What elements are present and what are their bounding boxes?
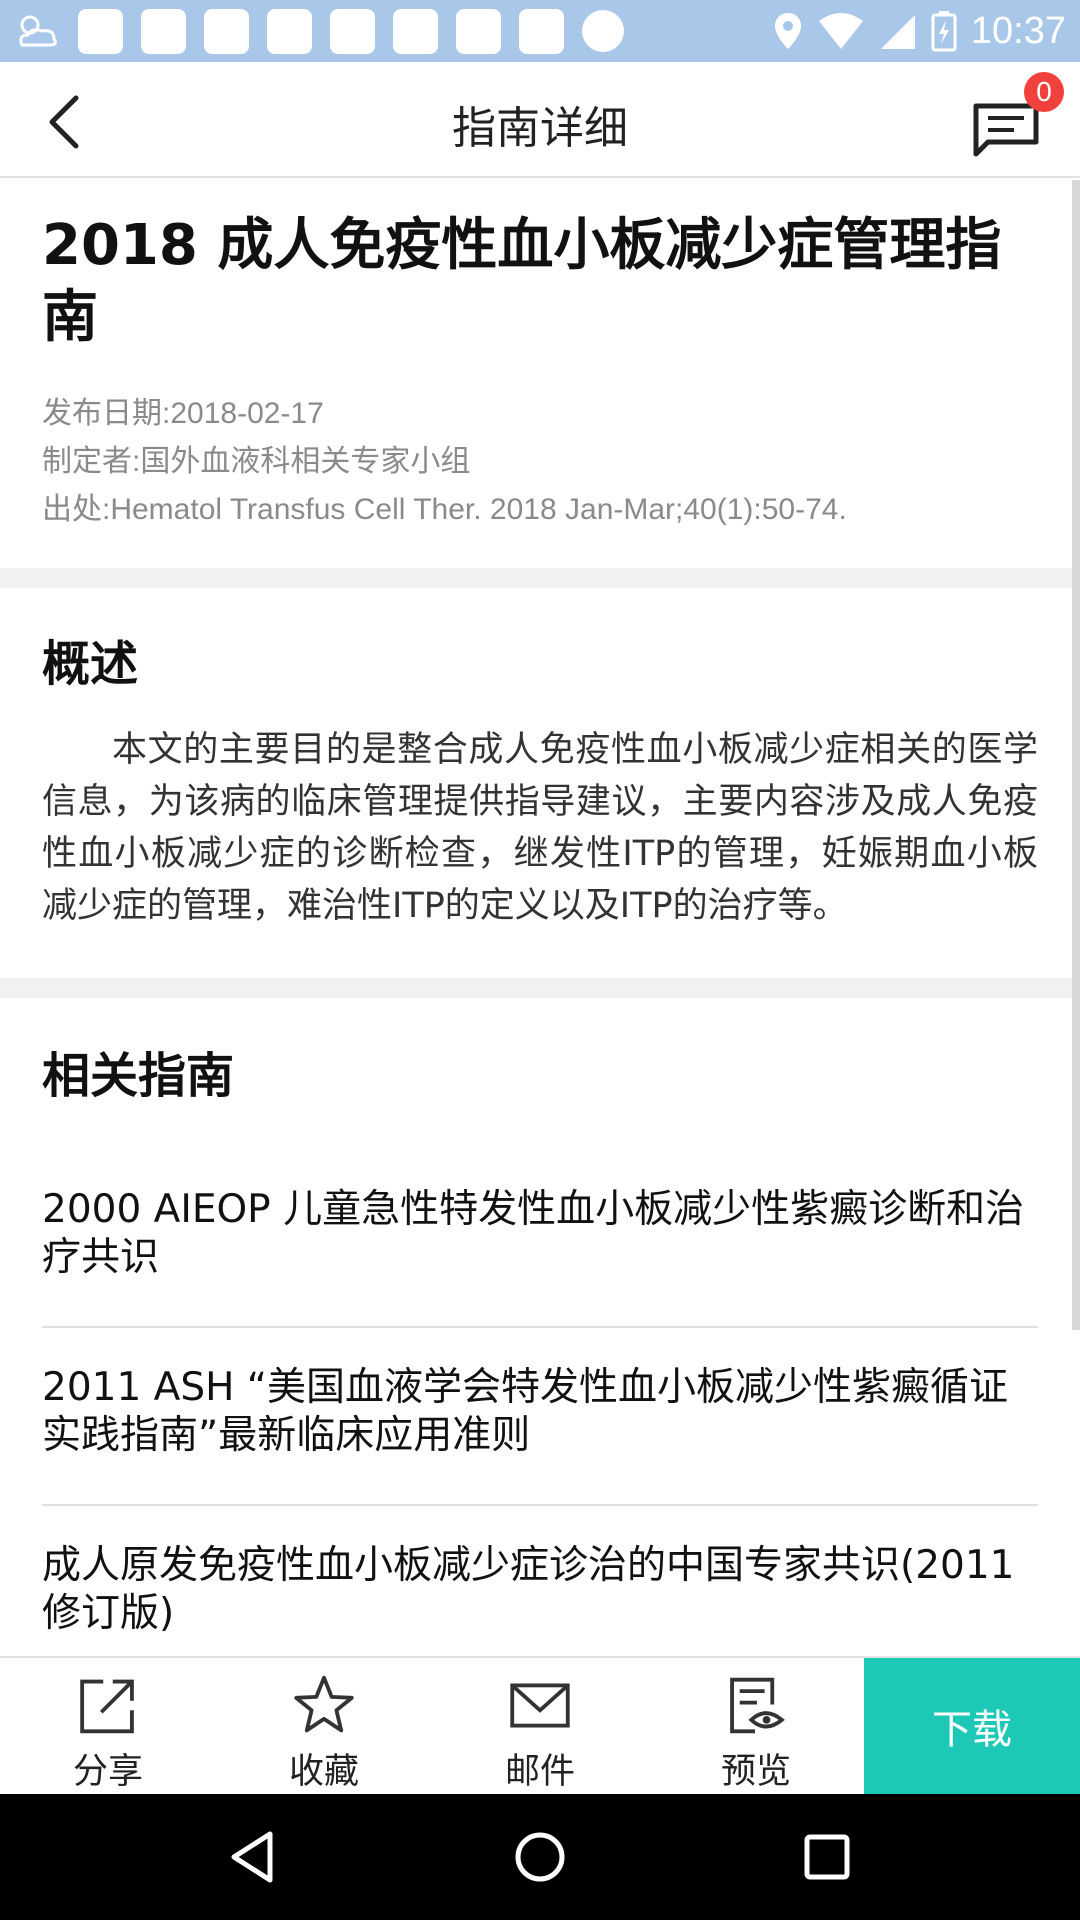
share-button[interactable]: 分享 [0, 1658, 216, 1794]
message-count-badge: 0 [1024, 72, 1064, 112]
favorite-label: 收藏 [288, 1752, 359, 1792]
system-nav-bar [0, 1794, 1080, 1920]
page-title: 指南详细 [452, 103, 628, 154]
notification-icon [204, 8, 249, 54]
related-guide-item[interactable]: 2000 AIEOP 儿童急性特发性血小板减少性紫癜诊断和治疗共识 [42, 1150, 1038, 1328]
mail-icon [510, 1683, 570, 1728]
battery-icon [931, 11, 957, 52]
scrollbar[interactable] [1072, 180, 1080, 1330]
summary-text: 本文的主要目的是整合成人免疫性血小板减少症相关的医学信息，为该病的临床管理提供指… [42, 730, 1038, 926]
source: 出处:Hematol Transfus Cell Ther. 2018 Jan-… [42, 493, 847, 526]
signal-icon [880, 15, 915, 49]
notification-icon [456, 8, 501, 54]
related-guide-item[interactable]: 成人原发免疫性血小板减少症诊治的中国专家共识(2011修订版) [42, 1506, 1038, 1656]
bottom-toolbar: 分享 收藏 邮件 预览 下载 [0, 1656, 1080, 1794]
weather-icon [19, 15, 57, 47]
content-area[interactable]: 2018 成人免疫性血小板减少症管理指南 发布日期:2018-02-17 制定者… [0, 180, 1080, 1656]
section-divider [0, 978, 1080, 998]
summary-section: 概述 本文的主要目的是整合成人免疫性血小板减少症相关的医学信息，为该病的临床管理… [0, 588, 1080, 978]
preview-button[interactable]: 预览 [648, 1658, 864, 1794]
related-section: 相关指南 2000 AIEOP 儿童急性特发性血小板减少性紫癜诊断和治疗共识 2… [0, 998, 1080, 1656]
doc-info-section: 2018 成人免疫性血小板减少症管理指南 发布日期:2018-02-17 制定者… [0, 180, 1080, 568]
nav-home-icon[interactable] [505, 1822, 575, 1892]
notification-icon [582, 10, 624, 52]
notification-icon [141, 8, 186, 54]
app-bar: 指南详细 0 [0, 62, 1080, 178]
clock: 10:37 [970, 9, 1066, 52]
notification-icon [393, 8, 438, 54]
location-icon [774, 13, 801, 49]
status-bar: 10:37 [0, 0, 1080, 62]
notification-icon [519, 8, 564, 54]
related-guide-item[interactable]: 2011 ASH “美国血液学会特发性血小板减少性紫癜循证实践指南”最新临床应用… [42, 1328, 1038, 1506]
email-label: 邮件 [504, 1752, 575, 1792]
preview-icon [730, 1677, 785, 1734]
section-divider [0, 568, 1080, 588]
email-button[interactable]: 邮件 [432, 1658, 648, 1794]
status-bar-notifications [14, 8, 624, 54]
wifi-icon [818, 13, 863, 49]
summary-heading: 概述 [42, 636, 139, 692]
nav-back-icon[interactable] [218, 1822, 288, 1892]
doc-title: 2018 成人免疫性血小板减少症管理指南 [42, 213, 1002, 350]
nav-recents-icon[interactable] [792, 1822, 862, 1892]
status-bar-system: 10:37 [773, 10, 1066, 53]
preview-label: 预览 [720, 1752, 791, 1792]
publish-date: 发布日期:2018-02-17 [42, 397, 324, 430]
download-button[interactable]: 下载 [864, 1658, 1080, 1794]
share-label: 分享 [72, 1752, 143, 1792]
notification-icon [330, 8, 375, 54]
favorite-button[interactable]: 收藏 [216, 1658, 432, 1794]
app-icon [78, 8, 123, 54]
share-icon [80, 1679, 134, 1734]
star-icon [294, 1675, 354, 1733]
notification-icon [267, 8, 312, 54]
doc-meta: 发布日期:2018-02-17 制定者:国外血液科相关专家小组 出处:Hemat… [42, 354, 1038, 568]
related-heading: 相关指南 [42, 1048, 235, 1104]
author: 制定者:国外血液科相关专家小组 [42, 445, 471, 478]
